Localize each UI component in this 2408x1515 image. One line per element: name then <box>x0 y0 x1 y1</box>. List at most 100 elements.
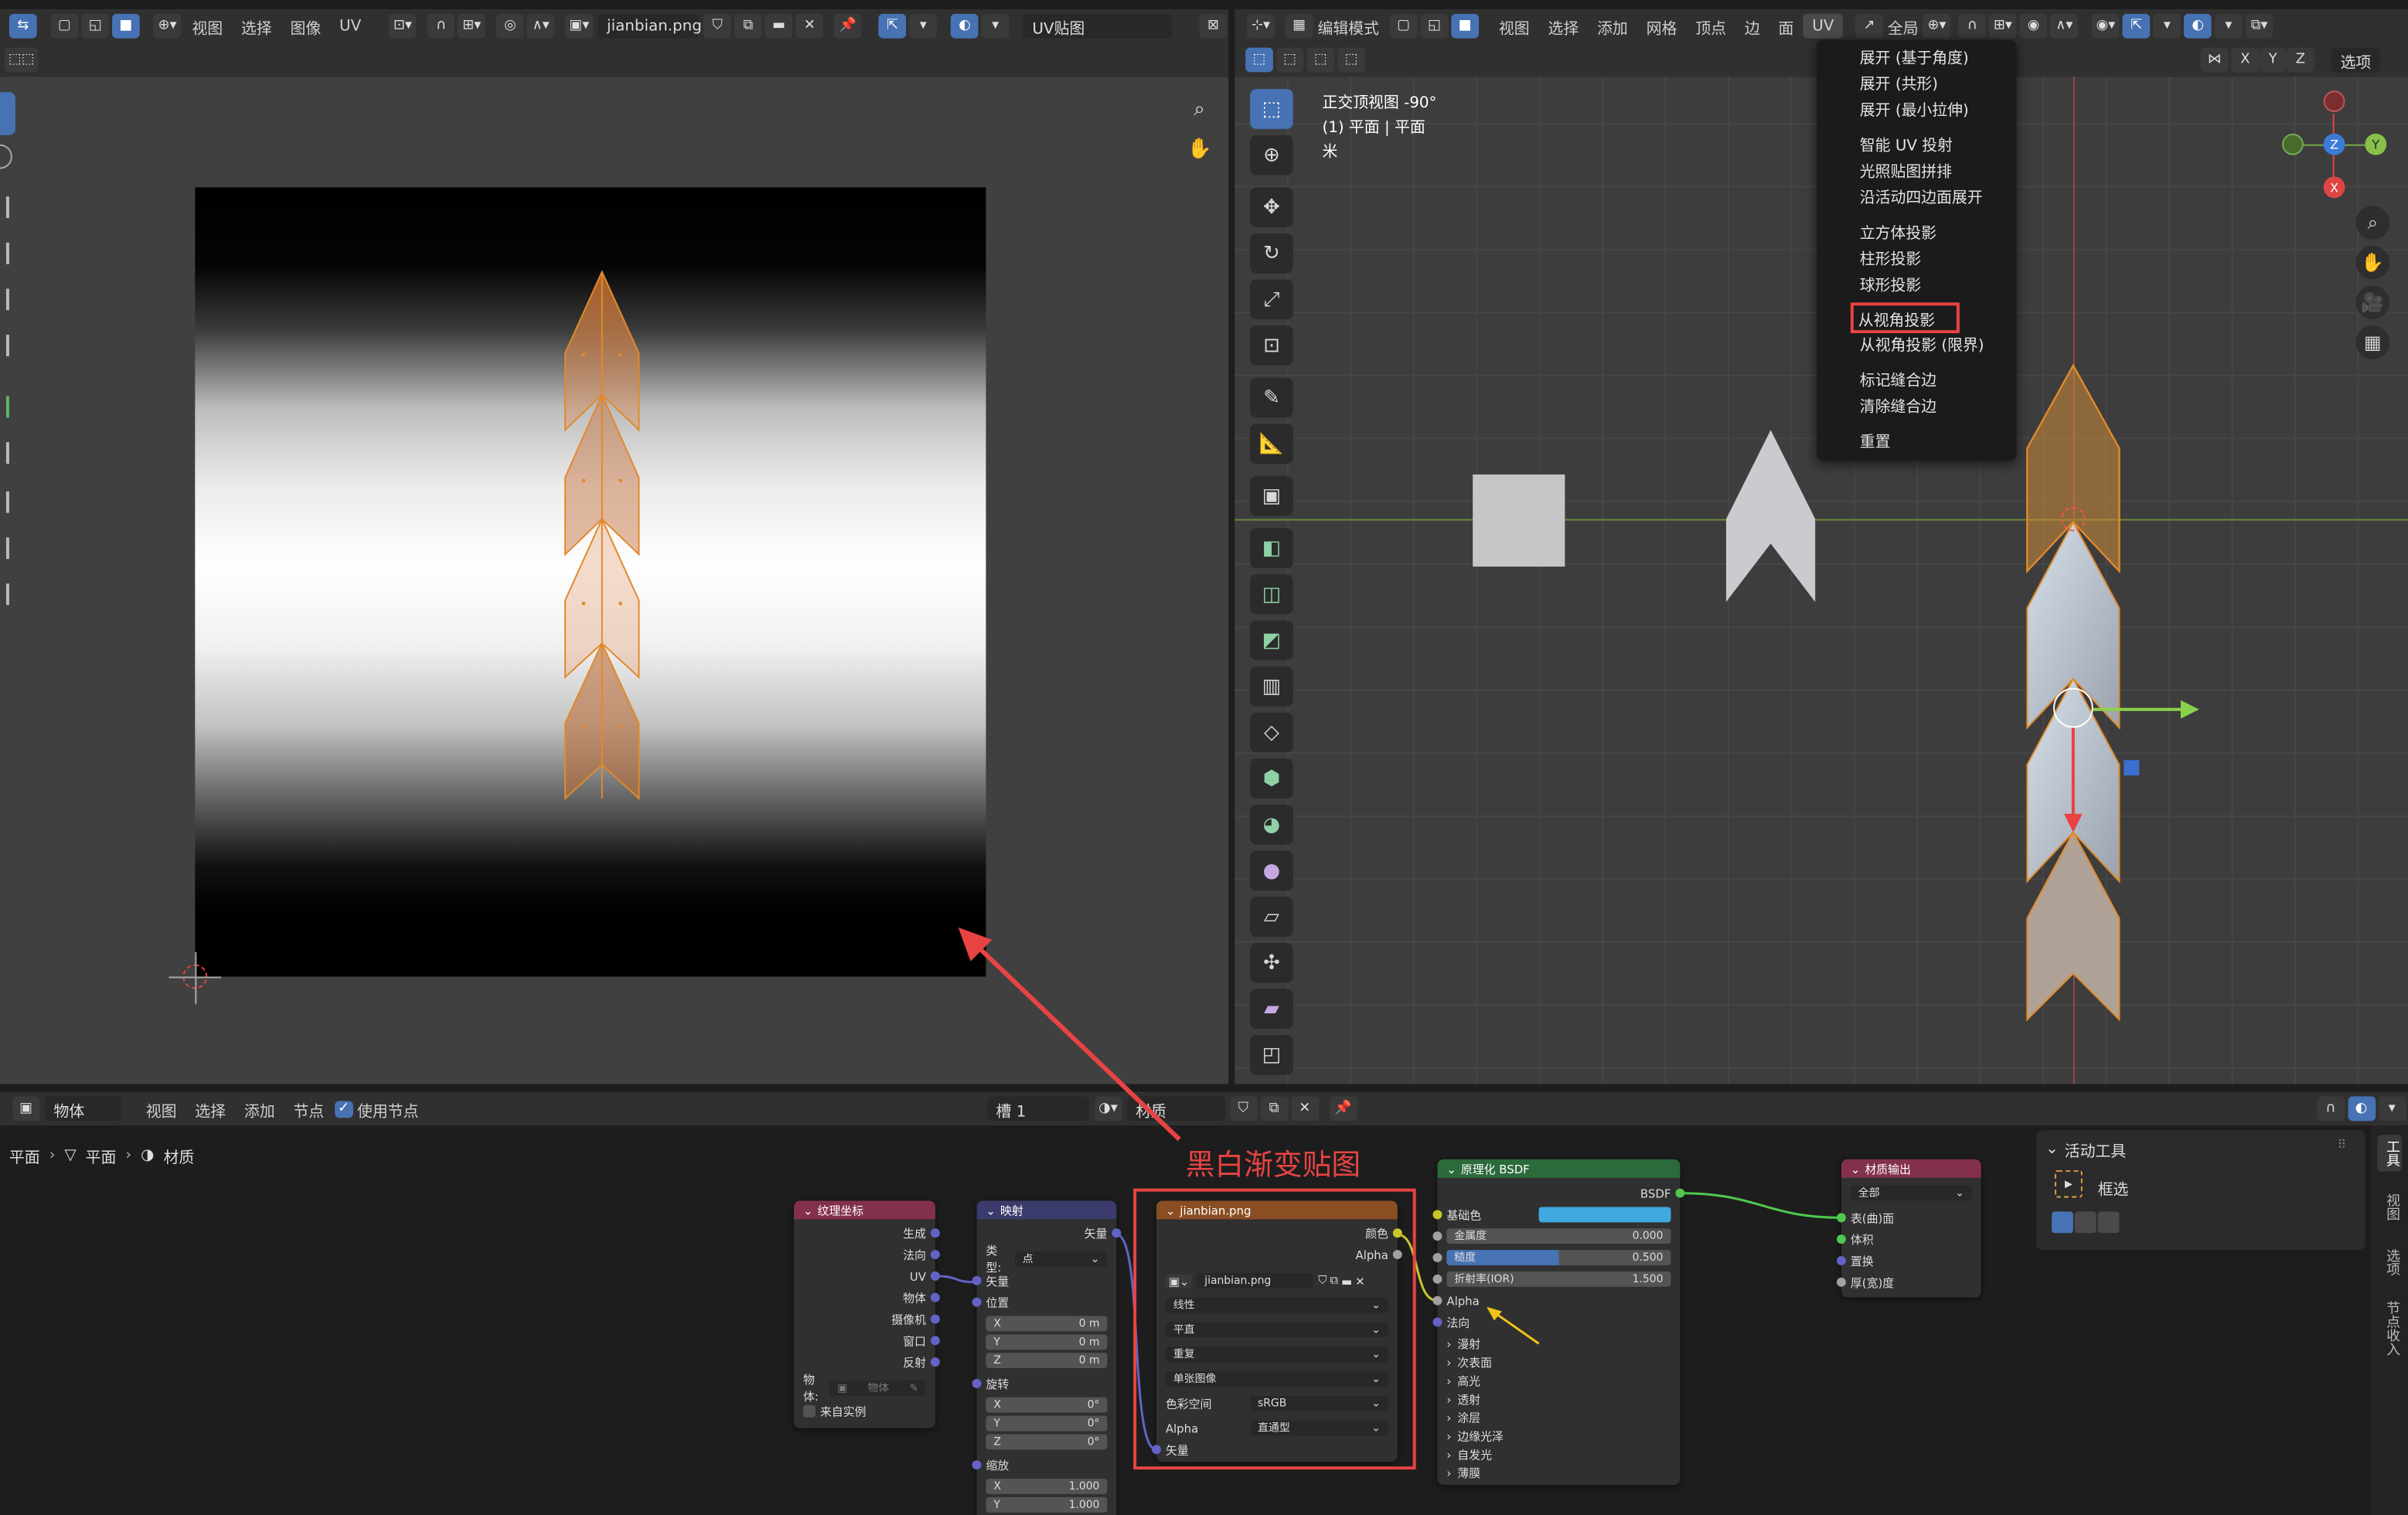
bsdf-socket-metallic[interactable] <box>1432 1231 1442 1241</box>
proportional-edit-icon[interactable]: ◎ <box>496 13 524 39</box>
scale-x-field[interactable]: X 1.000 <box>986 1479 1108 1494</box>
image-browse-icon[interactable]: ▣▾ <box>565 13 594 39</box>
tool-extrude-icon[interactable]: ◧ <box>1250 528 1293 569</box>
menu-reset[interactable]: 重置 <box>1817 427 2016 453</box>
scale-y-field[interactable]: Y 1.000 <box>986 1496 1108 1513</box>
material-output-node[interactable]: ⌄ 材质输出 全部 ⌄ 表(曲)面 体积 置换 厚(宽)度 <box>1836 1159 1981 1298</box>
node-menu-node[interactable]: 节点 <box>284 1097 334 1120</box>
overlay-dropdown-icon[interactable]: ▾ <box>981 13 1010 39</box>
texcoord-socket-generated[interactable] <box>930 1228 940 1238</box>
uv-tool-scale-icon[interactable] <box>0 288 9 311</box>
tool-poly-build-icon[interactable]: ⬢ <box>1250 758 1293 799</box>
menu-cube-projection[interactable]: 立方体投影 <box>1817 218 2016 244</box>
gizmo-center-circle[interactable] <box>2053 687 2093 728</box>
uv-islands-svg[interactable] <box>553 269 651 814</box>
tool-spin-icon[interactable]: ◕ <box>1250 804 1293 845</box>
node-pin-icon[interactable]: 📌 <box>1329 1096 1357 1122</box>
metallic-slider[interactable]: 金属度 0.000 <box>1446 1228 1671 1244</box>
uv-tool-move-icon[interactable] <box>0 196 9 219</box>
menu3d-uv[interactable]: UV <box>1803 13 1844 39</box>
menu-project-from-view-bounds[interactable]: 从视角投影 (限界) <box>1817 330 2016 356</box>
uv-sync-icon[interactable]: ⇆ <box>9 13 37 39</box>
gizmo-dropdown-icon[interactable]: ▾ <box>2153 13 2182 39</box>
tool-measure-icon[interactable]: 📐 <box>1250 424 1293 464</box>
mirror-z-toggle[interactable]: Z <box>2287 47 2314 73</box>
menu-cylinder-projection[interactable]: 柱形投影 <box>1817 244 2016 271</box>
node-snap-icon[interactable]: ∩ <box>2316 1096 2345 1122</box>
pan3d-icon[interactable]: ✋ <box>2355 245 2390 280</box>
panel-coat[interactable]: 涂层 <box>1457 1409 1480 1426</box>
panel-specular[interactable]: 高光 <box>1457 1372 1480 1389</box>
gizmo-y-arrow[interactable] <box>2071 727 2075 823</box>
mapping-node[interactable]: ⌄ 映射 矢量 类型: 点 ⌄ 矢量 位置 X0 m Y0 m Z0 m 旋转 X0… <box>972 1200 1122 1515</box>
snap3d-target-icon[interactable]: ⊞▾ <box>1988 13 2017 39</box>
face-mode-icon[interactable]: ■ <box>1451 13 1480 39</box>
expand-icon[interactable]: › <box>1446 1411 1451 1425</box>
uv-tool-select-icon[interactable] <box>0 92 15 135</box>
editor-type-icon[interactable]: ⊹▾ <box>1247 13 1275 39</box>
overlays3d-dropdown-icon[interactable]: ▾ <box>2215 13 2243 39</box>
mapping-type-dropdown[interactable]: 点 ⌄ <box>1014 1251 1108 1267</box>
zoom-icon[interactable]: ⌕ <box>1183 92 1217 126</box>
material-fake-user-icon[interactable]: ⛉ <box>1229 1096 1258 1122</box>
panel-emission[interactable]: 自发光 <box>1457 1445 1492 1462</box>
options-dropdown[interactable]: 选项 <box>2331 47 2381 73</box>
transform-orientation-dropdown[interactable]: 全局 <box>1885 15 1922 38</box>
tool-shear-icon[interactable]: ▰ <box>1250 989 1293 1030</box>
texcoord-socket-camera[interactable] <box>930 1314 940 1324</box>
tab-options[interactable]: 选项 <box>2377 1248 2402 1276</box>
uv-editor-mode-icon[interactable]: ⊠ <box>1199 13 1228 39</box>
pan-hand-icon[interactable]: ✋ <box>1183 132 1217 166</box>
texcoord-socket-reflection[interactable] <box>930 1357 940 1367</box>
menu-unwrap-min-stretch[interactable]: 展开 (最小拉伸) <box>1817 95 2016 121</box>
menu-smart-uv-project[interactable]: 智能 UV 投射 <box>1817 131 2016 157</box>
pin-icon[interactable]: 📌 <box>834 13 862 39</box>
select-mode-new-icon[interactable] <box>2052 1211 2073 1234</box>
viewport3d[interactable]: 正交顶视图 -90° (1) 平面 | 平面 米 ⬚ ⊕ ✥ ↻ ⤢ ⊡ ✎ 📐… <box>1235 39 2408 1084</box>
node-overlay-icon[interactable]: ◐ <box>2347 1096 2376 1122</box>
bsdf-socket-ior[interactable] <box>1432 1274 1442 1284</box>
tool-shrink-icon[interactable]: ✣ <box>1250 942 1293 983</box>
fake-user-icon[interactable]: ⛉ <box>703 13 731 39</box>
tool-add-cube-icon[interactable]: ▣ <box>1250 475 1293 516</box>
menu-unwrap-conformal[interactable]: 展开 (共形) <box>1817 69 2016 95</box>
expand-icon[interactable]: › <box>1446 1447 1451 1461</box>
visibility-icon[interactable]: ◉▾ <box>2092 13 2120 39</box>
menu-uv[interactable]: UV <box>330 18 370 35</box>
pivot-icon[interactable]: ⊡▾ <box>388 13 417 39</box>
menu-follow-active-quads[interactable]: 沿活动四边面展开 <box>1817 182 2016 209</box>
box-select-tool-icon[interactable]: ▸ <box>2055 1169 2083 1198</box>
mode-dropdown[interactable]: 编辑模式 <box>1315 15 1388 38</box>
sticky-select-icon[interactable]: ⊕▾ <box>153 13 182 39</box>
uv-tool-annotate-icon[interactable] <box>0 396 9 418</box>
gizmo-toggle-icon[interactable]: ⇱ <box>2122 13 2151 39</box>
menu-mark-seam[interactable]: 标记缝合边 <box>1817 366 2016 392</box>
xray-icon[interactable]: ⧉▾ <box>2245 13 2273 39</box>
panel-sheen[interactable]: 边缘光泽 <box>1457 1428 1504 1445</box>
axis-y-circle[interactable]: Y <box>2365 133 2387 155</box>
mapping-socket-rotation[interactable] <box>972 1378 982 1388</box>
menu3d-view[interactable]: 视图 <box>1490 15 1539 38</box>
loc-x-field[interactable]: X0 m <box>986 1316 1108 1332</box>
expand-icon[interactable]: › <box>1446 1355 1451 1369</box>
menu-image[interactable]: 图像 <box>281 15 331 38</box>
roughness-slider[interactable]: 糙度 0.500 <box>1446 1250 1671 1265</box>
output-socket-displacement[interactable] <box>1836 1256 1846 1265</box>
menu-view[interactable]: 视图 <box>182 15 232 38</box>
tool-rotate-icon[interactable]: ↻ <box>1250 233 1293 274</box>
panel-subsurface[interactable]: 次表面 <box>1457 1353 1492 1370</box>
vertex-select-icon[interactable]: ▢ <box>50 13 79 39</box>
material-unlink-icon[interactable]: ✕ <box>1290 1096 1319 1122</box>
gizmo-x-arrow[interactable] <box>2093 707 2185 711</box>
tool-scale-icon[interactable]: ⤢ <box>1250 279 1293 320</box>
uv-tool-rotate-icon[interactable] <box>0 242 9 264</box>
tool-select-box-icon[interactable]: ⬚ <box>1250 89 1293 129</box>
tool-rip-icon[interactable]: ◰ <box>1250 1034 1293 1075</box>
uv-tool-pinch-icon[interactable] <box>0 537 9 560</box>
output-socket-surface[interactable] <box>1836 1213 1846 1223</box>
shader-type-dropdown[interactable]: 物体 <box>44 1096 121 1122</box>
menu-project-from-view[interactable]: 从视角投影 <box>1850 302 1960 334</box>
collapse-icon[interactable]: ⌄ <box>1446 1162 1456 1176</box>
snap-increment-icon[interactable]: ⊞▾ <box>458 13 486 39</box>
proportional3d-icon[interactable]: ◉ <box>2019 13 2048 39</box>
